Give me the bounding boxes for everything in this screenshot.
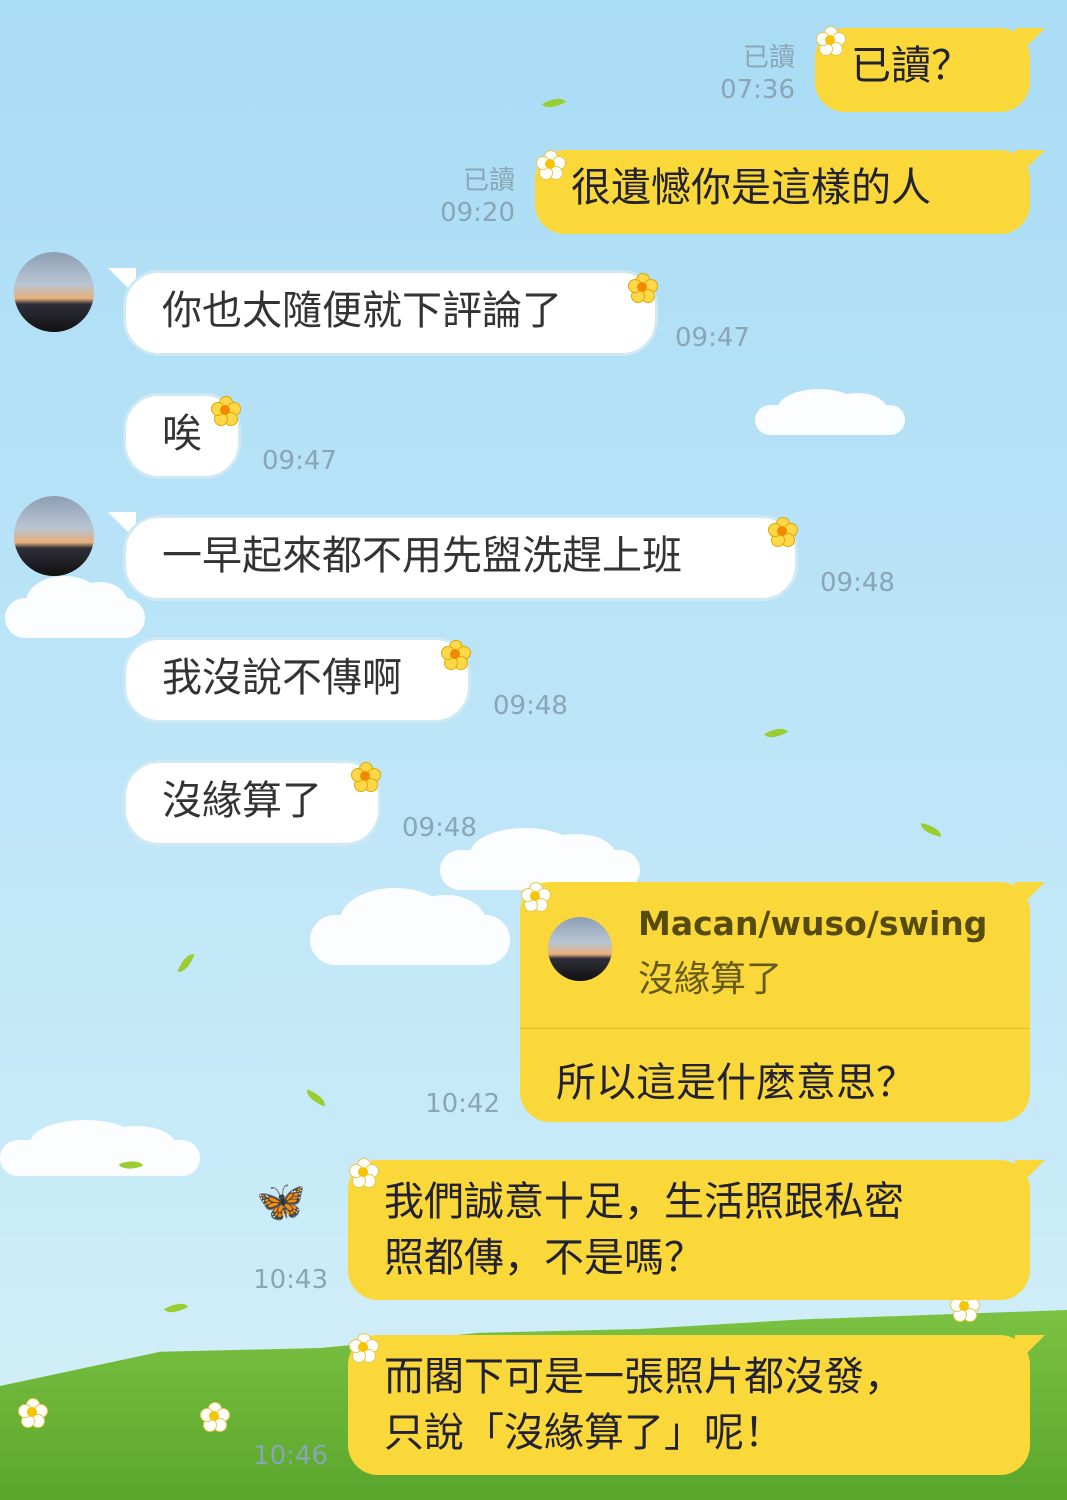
leaf	[303, 1089, 329, 1107]
message-time: 09:48	[820, 568, 895, 598]
flower-icon	[768, 517, 798, 547]
chat-bubble[interactable]: 一早起來都不用先盥洗趕上班	[123, 515, 798, 601]
message-time: 10:43	[253, 1265, 328, 1295]
read-status: 已讀	[462, 166, 515, 196]
message-time: 09:47	[262, 446, 337, 476]
message-text-line: 我們誠意十足，生活照跟私密	[384, 1179, 904, 1225]
chat-bubble[interactable]: 你也太隨便就下評論了	[123, 270, 658, 356]
chat-bubble[interactable]: 很遺憾你是這樣的人	[535, 150, 1030, 234]
message-time: 09:47	[675, 323, 750, 353]
flower-icon	[349, 1158, 379, 1188]
quoted-sender-name: Macan/wuso/swing	[638, 904, 988, 943]
chat-bubble[interactable]: 沒緣算了	[123, 760, 381, 846]
message-time: 10:42	[425, 1089, 500, 1119]
flower-icon	[200, 1402, 230, 1432]
cloud	[0, 1120, 200, 1176]
quoted-avatar	[548, 917, 612, 981]
avatar[interactable]	[14, 252, 94, 332]
bubble-tail	[1015, 882, 1045, 912]
message-text: 我沒說不傳啊	[162, 655, 402, 701]
message-text: 很遺憾你是這樣的人	[571, 165, 931, 211]
message-time: 07:36	[720, 75, 795, 105]
bubble-tail	[1015, 28, 1045, 58]
leaf	[163, 1298, 189, 1318]
flower-icon	[628, 273, 658, 303]
chat-bubble[interactable]: 我們誠意十足，生活照跟私密 照都傳，不是嗎？	[348, 1160, 1030, 1300]
message-text-line: 照都傳，不是嗎？	[384, 1235, 704, 1281]
leaf	[919, 823, 943, 837]
butterfly-icon: 🦋	[256, 1179, 306, 1225]
leaf	[177, 950, 195, 976]
chat-bubble[interactable]: 我沒說不傳啊	[123, 637, 471, 723]
flower-icon	[441, 640, 471, 670]
flower-icon	[349, 1333, 379, 1363]
flower-icon	[211, 396, 241, 426]
message-text: 你也太隨便就下評論了	[162, 288, 562, 334]
flower-icon	[536, 150, 566, 180]
reply-bubble[interactable]: Macan/wuso/swing 沒緣算了 所以這是什麼意思？	[520, 882, 1030, 1122]
bubble-tail	[1015, 150, 1045, 180]
flower-icon	[816, 26, 846, 56]
message-text: 唉	[162, 411, 202, 457]
leaf	[541, 93, 567, 113]
message-text: 一早起來都不用先盥洗趕上班	[162, 533, 682, 579]
message-time: 09:20	[440, 198, 515, 228]
chat-bubble[interactable]: 已讀？	[815, 28, 1030, 112]
cloud	[755, 388, 905, 435]
flower-icon	[521, 882, 551, 912]
read-status: 已讀	[742, 43, 795, 73]
message-time: 09:48	[402, 813, 477, 843]
flower-icon	[18, 1398, 48, 1428]
message-time: 09:48	[493, 691, 568, 721]
message-text-line: 只說「沒緣算了」呢！	[384, 1410, 784, 1456]
leaf	[763, 723, 789, 743]
quote-divider	[520, 1028, 1030, 1029]
message-time: 10:46	[253, 1441, 328, 1471]
cloud	[5, 576, 145, 638]
message-meta: 已讀 09:20	[420, 165, 515, 229]
avatar[interactable]	[14, 496, 94, 576]
flower-icon	[351, 762, 381, 792]
bubble-tail	[1015, 1160, 1045, 1190]
cloud	[310, 887, 510, 965]
message-text: 所以這是什麼意思？	[556, 1060, 916, 1106]
message-text-line: 而閣下可是一張照片都沒發，	[384, 1354, 904, 1400]
message-text: 已讀？	[851, 43, 971, 89]
quoted-message-text: 沒緣算了	[638, 959, 783, 1000]
message-meta: 已讀 07:36	[700, 42, 795, 106]
chat-bubble[interactable]: 而閣下可是一張照片都沒發， 只說「沒緣算了」呢！	[348, 1335, 1030, 1475]
message-text: 沒緣算了	[162, 778, 322, 824]
